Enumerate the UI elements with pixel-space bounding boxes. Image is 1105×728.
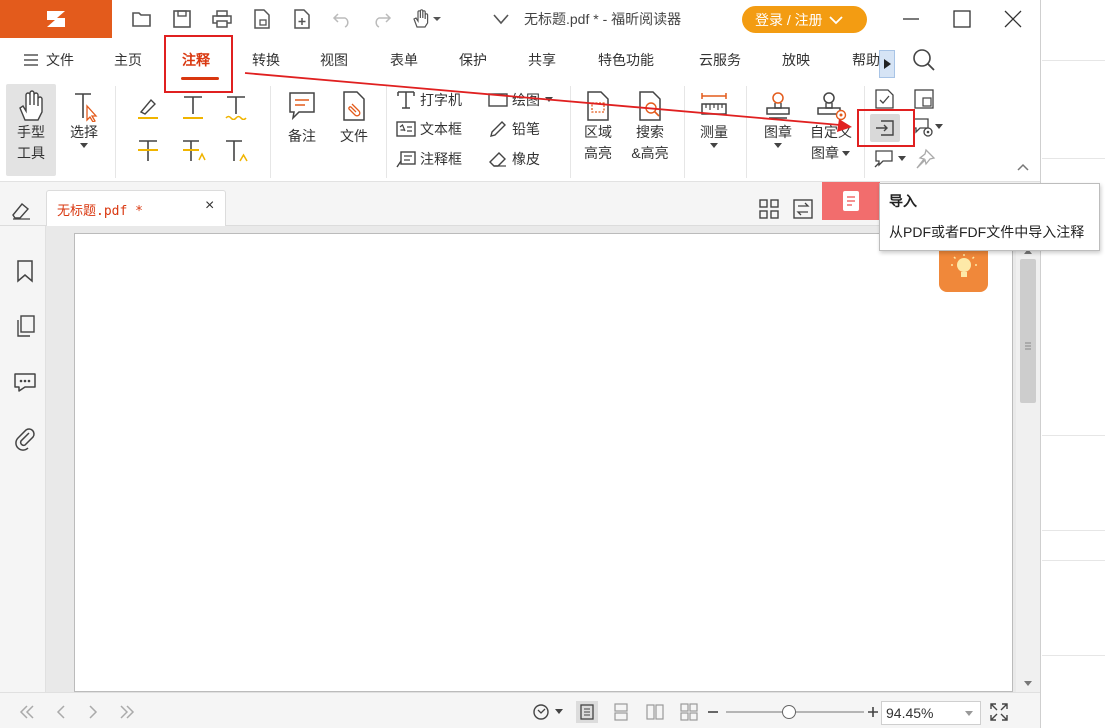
- app-window: 无标题.pdf * - 福昕阅读器 登录 / 注册 文件 主页 注释 转换 视图…: [0, 0, 1041, 728]
- import-tooltip: 导入 从PDF或者FDF文件中导入注释: [879, 183, 1100, 251]
- annotation-arrow: [244, 72, 852, 132]
- tooltip-title: 导入: [889, 193, 917, 209]
- tooltip-description: 从PDF或者FDF文件中导入注释: [889, 224, 1085, 240]
- background-window-strip: [1042, 0, 1105, 728]
